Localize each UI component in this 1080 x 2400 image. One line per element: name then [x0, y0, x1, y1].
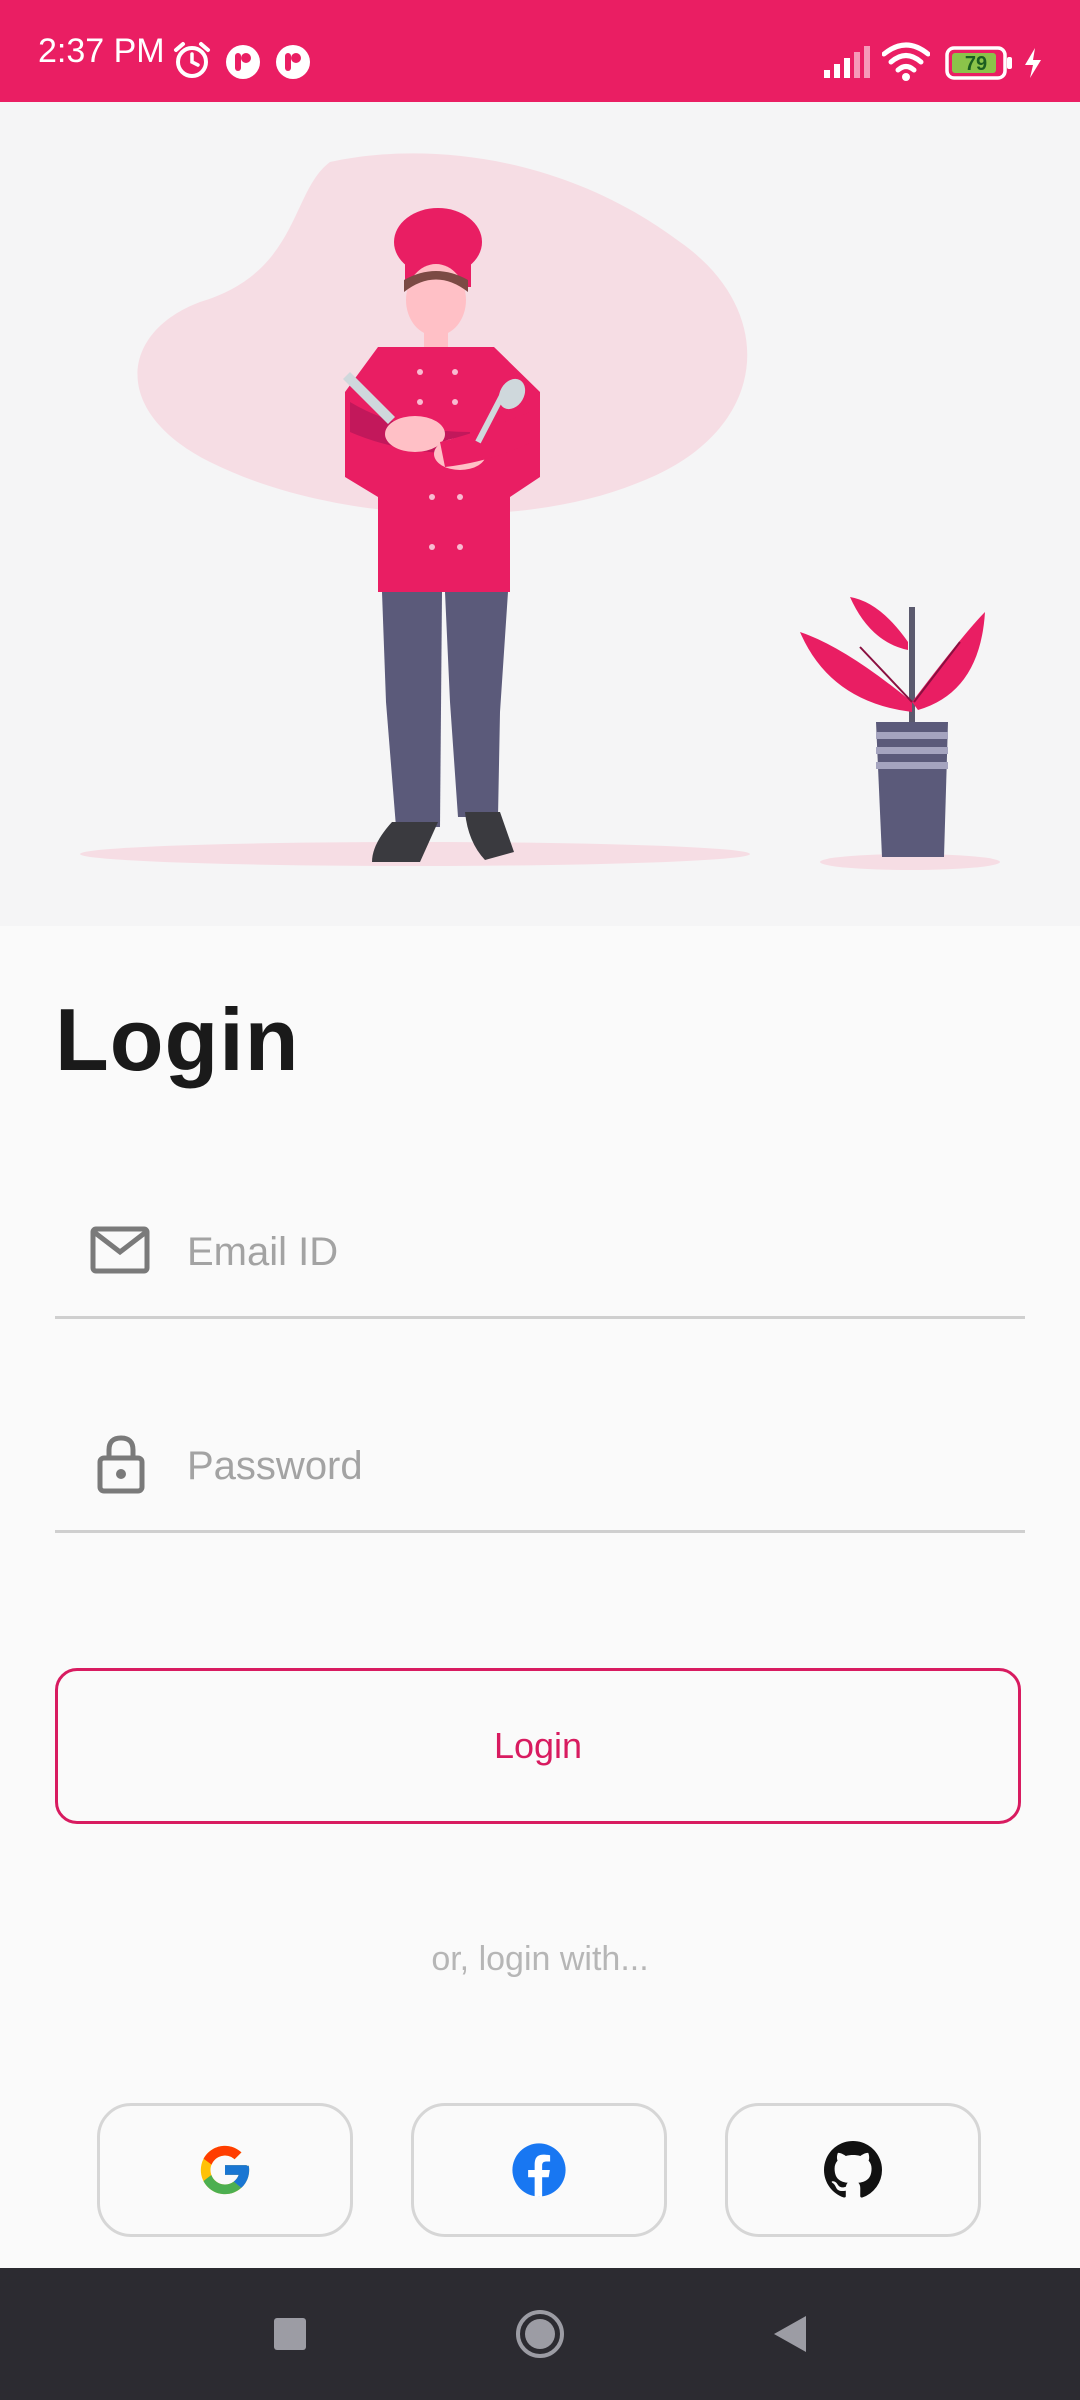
status-time: 2:37 PM: [38, 32, 165, 70]
home-button[interactable]: [490, 2268, 590, 2400]
recents-icon: [274, 2318, 306, 2350]
home-icon: [516, 2310, 564, 2358]
wifi-icon: [882, 42, 930, 81]
google-login-button[interactable]: [97, 2103, 353, 2237]
navigation-bar: [0, 2268, 1080, 2400]
password-field[interactable]: [55, 1410, 1025, 1533]
signal-icon: [824, 46, 870, 78]
page-title: Login: [55, 990, 300, 1089]
back-button[interactable]: [740, 2268, 840, 2400]
mail-icon: [90, 1226, 150, 1274]
back-icon: [774, 2316, 806, 2352]
login-button[interactable]: Login: [55, 1668, 1021, 1824]
chef-illustration: [80, 153, 1000, 870]
app-notification-icon: [276, 45, 310, 79]
password-input[interactable]: [185, 1430, 989, 1502]
app-notification-icon: [226, 45, 260, 79]
charging-icon: [1025, 48, 1041, 78]
github-icon: [824, 2141, 882, 2198]
google-icon: [200, 2145, 250, 2195]
email-input[interactable]: [185, 1216, 989, 1288]
facebook-icon: [512, 2143, 566, 2197]
recents-button[interactable]: [240, 2268, 340, 2400]
status-bar: 2:37 PM 79: [0, 0, 1080, 102]
github-login-button[interactable]: [725, 2103, 981, 2237]
battery-level: 79: [965, 53, 987, 75]
email-field[interactable]: [55, 1196, 1025, 1319]
header-illustration: [0, 102, 1080, 926]
facebook-login-button[interactable]: [411, 2103, 667, 2237]
lock-icon: [97, 1435, 145, 1494]
alarm-icon: [174, 42, 210, 78]
alt-login-text: or, login with...: [431, 1940, 649, 1978]
battery-icon: 79: [945, 46, 1012, 80]
